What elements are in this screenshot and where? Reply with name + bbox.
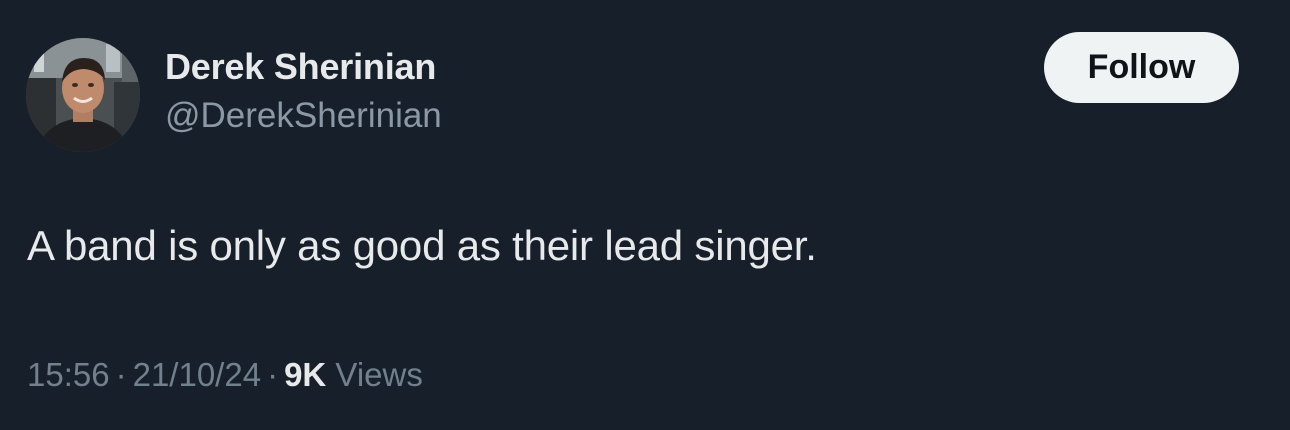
author-display-name[interactable]: Derek Sherinian	[165, 46, 436, 88]
tweet-time[interactable]: 15:56	[27, 356, 110, 393]
views-count[interactable]: 9K	[284, 356, 326, 393]
author-handle[interactable]: @DerekSherinian	[165, 96, 442, 136]
avatar[interactable]	[26, 38, 140, 152]
tweet-card: Derek Sherinian @DerekSherinian Follow A…	[0, 0, 1290, 430]
tweet-date[interactable]: 21/10/24	[133, 356, 261, 393]
tweet-text: A band is only as good as their lead sin…	[27, 222, 817, 269]
tweet-meta: 15:56 · 21/10/24 · 9K Views	[27, 356, 423, 394]
profile-photo-icon	[26, 38, 140, 152]
views-label[interactable]: Views	[335, 356, 422, 393]
meta-separator: ·	[267, 356, 279, 393]
follow-button[interactable]: Follow	[1044, 32, 1239, 103]
meta-separator: ·	[115, 356, 127, 393]
